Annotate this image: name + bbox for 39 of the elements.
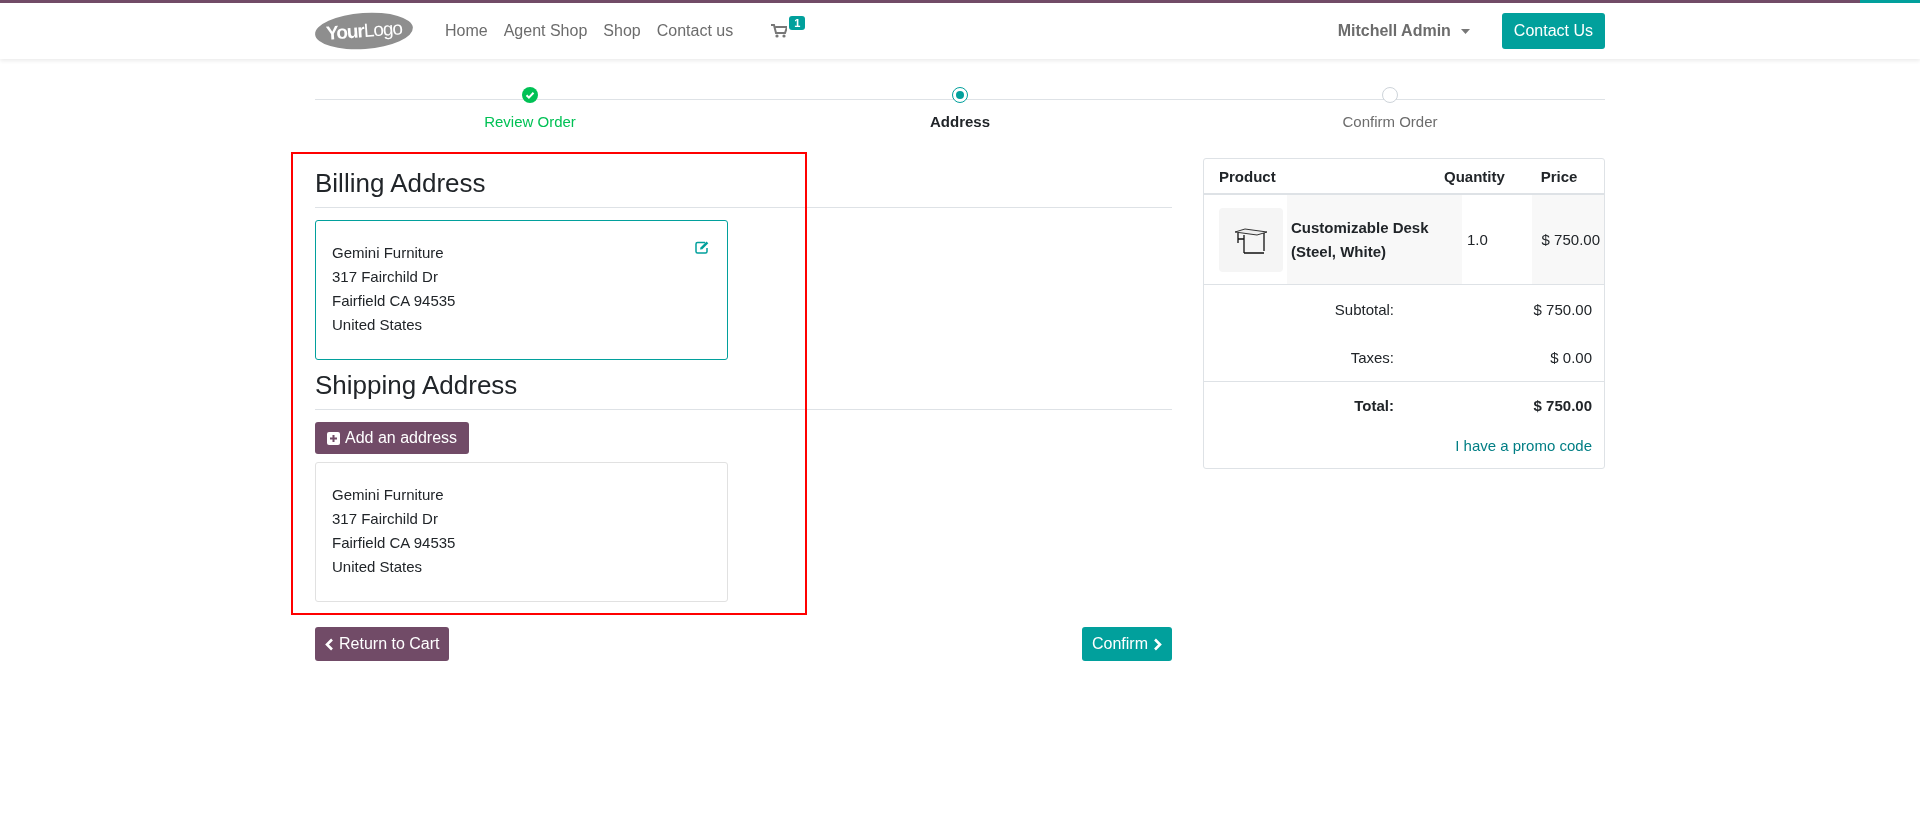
product-name: Customizable Desk (Steel, White) xyxy=(1287,195,1462,284)
cart-count-badge: 1 xyxy=(789,16,806,30)
add-address-button[interactable]: Add an address xyxy=(315,422,470,454)
totals-label: Subtotal: xyxy=(1333,300,1394,318)
nav-link[interactable]: Agent Shop xyxy=(503,22,588,40)
confirm-button[interactable]: Confirm xyxy=(1082,627,1172,661)
address-card[interactable]: Gemini Furniture 317 Fairchild Dr Fairfield CA 94535 United States xyxy=(315,462,728,602)
return-to-cart-button[interactable]: Return to Cart xyxy=(315,627,450,661)
step-label: Address xyxy=(930,113,990,130)
step-label: Confirm Order xyxy=(1342,113,1438,130)
column-header: Price xyxy=(1539,167,1579,185)
cart-icon xyxy=(771,24,788,38)
chevron-right-icon xyxy=(1153,637,1162,651)
contact-us-button[interactable]: Contact Us xyxy=(1501,13,1605,49)
section-heading: Billing Address xyxy=(315,168,1172,208)
user-menu[interactable]: Mitchell Admin xyxy=(1337,22,1470,40)
edit-icon[interactable] xyxy=(695,241,709,254)
plus-square-icon xyxy=(327,431,340,445)
total-value: $ 750.00 xyxy=(1532,397,1593,414)
price-text: $ 750.00 xyxy=(1532,195,1604,284)
column-header: Product xyxy=(1218,167,1277,185)
quantity-text: 1.0 xyxy=(1466,231,1489,248)
nav-link[interactable]: Contact us xyxy=(656,22,734,40)
address-text: Gemini Furniture 317 Fairchild Dr Fairfield CA 94535 United States xyxy=(332,485,456,577)
nav-link[interactable]: Shop xyxy=(603,22,641,40)
section-heading: Shipping Address xyxy=(315,370,1172,410)
totals-value: $ 750.00 xyxy=(1532,300,1593,318)
totals-label: Taxes: xyxy=(1349,348,1394,366)
nav-link[interactable]: Home xyxy=(445,22,488,40)
address-card[interactable]: Gemini Furniture 317 Fairchild Dr Fairfield CA 94535 United States xyxy=(315,220,728,360)
caret-icon xyxy=(1460,28,1470,34)
chevron-left-icon xyxy=(325,637,334,651)
total-label: Total: xyxy=(1353,397,1394,414)
column-header: Quantity xyxy=(1444,167,1506,185)
address-text: Gemini Furniture 317 Fairchild Dr Fairfield CA 94535 United States xyxy=(332,243,456,335)
totals-value: $ 0.00 xyxy=(1549,348,1593,366)
promo-code-link[interactable]: I have a promo code xyxy=(1204,429,1604,468)
step-label: Review Order xyxy=(484,113,576,130)
desk-icon xyxy=(1233,225,1269,254)
